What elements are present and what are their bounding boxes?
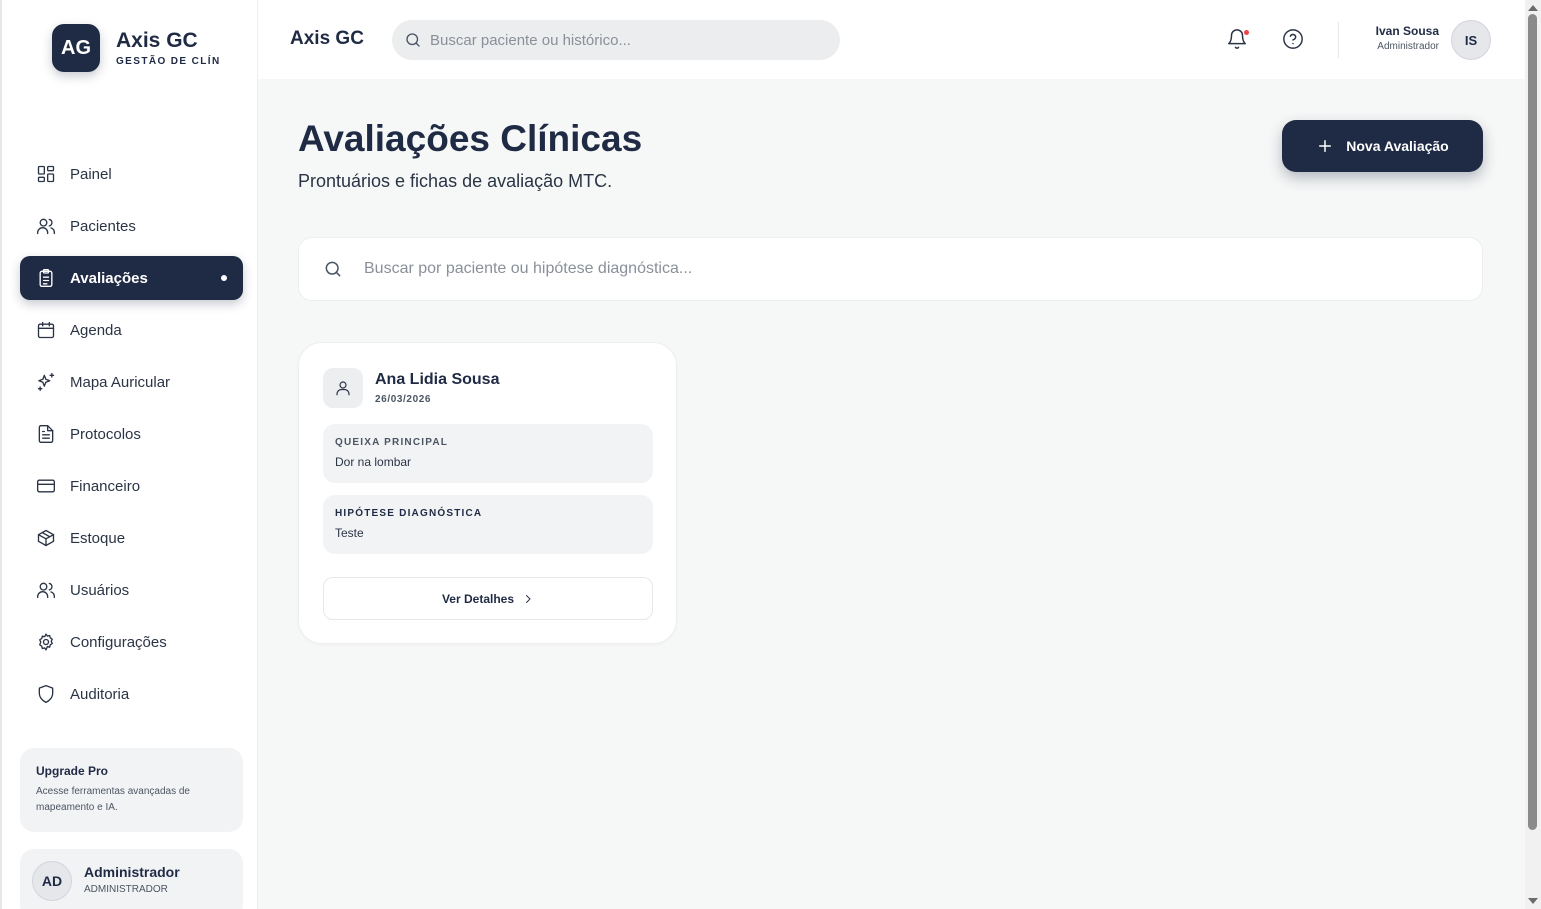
sidebar-item-label: Configurações — [70, 633, 167, 651]
user-name: Administrador — [84, 864, 180, 880]
search-icon — [406, 33, 420, 47]
sidebar-item-configuracoes[interactable]: Configurações — [20, 620, 243, 664]
sidebar-item-agenda[interactable]: Agenda — [20, 308, 243, 352]
sidebar-item-label: Auditoria — [70, 685, 130, 703]
page-title: Avaliações Clínicas — [298, 118, 643, 159]
brand[interactable]: AG Axis GC GESTÃO DE CLÍN — [52, 24, 221, 72]
sidebar-item-mapa-auricular[interactable]: Mapa Auricular — [20, 360, 243, 404]
evaluation-search[interactable] — [298, 237, 1483, 301]
evaluation-date: 26/03/2026 — [375, 394, 432, 405]
sidebar-item-label: Financeiro — [70, 477, 141, 495]
sidebar-item-label: Usuários — [70, 581, 130, 599]
scrollbar[interactable] — [1525, 0, 1541, 909]
evaluation-card: Ana Lidia Sousa 26/03/2026 QUEIXA PRINCI… — [298, 342, 677, 644]
header-user-name: Ivan Sousa — [1375, 24, 1439, 38]
header-user-role: Administrador — [1377, 41, 1439, 52]
package-icon — [37, 529, 55, 547]
upgrade-card[interactable]: Upgrade Pro Acesse ferramentas avançadas… — [20, 748, 243, 832]
sidebar-item-label: Protocolos — [70, 425, 141, 443]
hypothesis-box: HIPÓTESE DIAGNÓSTICA Teste — [323, 495, 653, 554]
notifications-button[interactable] — [1226, 28, 1250, 52]
sidebar-item-label: Avaliações — [70, 269, 148, 287]
patient-name: Ana Lidia Sousa — [375, 371, 500, 388]
sidebar-item-label: Mapa Auricular — [70, 373, 171, 391]
sidebar-item-avaliacoes[interactable]: Avaliações — [20, 256, 243, 300]
user-icon — [336, 381, 350, 396]
sidebar-user[interactable]: AD Administrador ADMINISTRADOR — [20, 849, 243, 909]
view-details-button[interactable]: Ver Detalhes — [323, 577, 653, 620]
brand-subtitle: GESTÃO DE CLÍN — [116, 56, 221, 67]
help-button[interactable] — [1282, 28, 1306, 52]
chevron-right-icon — [526, 594, 531, 603]
complaint-box: QUEIXA PRINCIPAL Dor na lombar — [323, 424, 653, 483]
sparkles-icon — [37, 373, 55, 391]
users-icon — [37, 218, 56, 235]
sidebar-item-label: Pacientes — [70, 217, 136, 235]
credit-card-icon — [37, 479, 55, 493]
active-indicator-dot — [221, 275, 227, 281]
top-header: Axis GC Ivan Sousa Administrador IS — [258, 0, 1525, 79]
header-title: Axis GC — [290, 28, 364, 49]
hypothesis-label: HIPÓTESE DIAGNÓSTICA — [335, 508, 483, 519]
view-details-label: Ver Detalhes — [441, 591, 515, 606]
notification-dot — [1244, 30, 1249, 35]
page-subtitle: Prontuários e fichas de avaliação MTC. — [298, 171, 613, 191]
file-text-icon — [38, 425, 54, 443]
complaint-label: QUEIXA PRINCIPAL — [335, 437, 449, 448]
header-divider — [1338, 22, 1339, 58]
sidebar-item-protocolos[interactable]: Protocolos — [20, 412, 243, 456]
search-icon — [325, 261, 341, 277]
hypothesis-value: Teste — [335, 526, 364, 540]
users-icon — [37, 582, 56, 599]
scroll-down-arrow[interactable] — [1528, 898, 1538, 904]
calendar-icon — [37, 321, 55, 339]
user-role: ADMINISTRADOR — [84, 884, 168, 895]
sidebar-item-usuarios[interactable]: Usuários — [20, 568, 243, 612]
brand-logo: AG — [52, 24, 100, 72]
header-search-input[interactable] — [430, 31, 810, 49]
avatar: AD — [32, 861, 72, 901]
shield-icon — [38, 685, 54, 703]
evaluation-search-input[interactable] — [364, 260, 1364, 278]
patient-avatar — [323, 368, 363, 408]
sidebar-item-painel[interactable]: Painel — [20, 152, 243, 196]
sidebar-item-estoque[interactable]: Estoque — [20, 516, 243, 560]
new-evaluation-label: Nova Avaliação — [1346, 138, 1449, 154]
sidebar-item-label: Painel — [70, 165, 112, 183]
upgrade-description: Acesse ferramentas avançadas de mapeamen… — [36, 786, 190, 813]
sidebar-item-pacientes[interactable]: Pacientes — [20, 204, 243, 248]
complaint-value: Dor na lombar — [335, 455, 412, 469]
header-search[interactable] — [392, 20, 840, 60]
gear-icon — [39, 633, 53, 651]
sidebar-item-auditoria[interactable]: Auditoria — [20, 672, 243, 716]
sidebar-item-label: Estoque — [70, 529, 126, 547]
sidebar-nav: Painel Pacientes Avaliações Agenda Mapa … — [20, 152, 243, 724]
plus-icon — [1319, 140, 1332, 152]
avatar[interactable]: IS — [1451, 20, 1491, 60]
sidebar: AG Axis GC GESTÃO DE CLÍN Painel Pacient… — [0, 0, 258, 909]
layout-grid-icon — [37, 165, 55, 183]
brand-name: Axis GC — [116, 29, 198, 52]
scroll-thumb[interactable] — [1528, 14, 1537, 830]
sidebar-item-label: Agenda — [70, 321, 122, 339]
scroll-up-arrow[interactable] — [1528, 5, 1538, 11]
header-user[interactable]: Ivan Sousa Administrador — [1376, 24, 1439, 52]
upgrade-title: Upgrade Pro — [36, 764, 109, 778]
help-circle-icon — [1283, 29, 1303, 49]
new-evaluation-button[interactable]: Nova Avaliação — [1282, 120, 1483, 172]
clipboard-icon — [39, 269, 53, 287]
sidebar-item-financeiro[interactable]: Financeiro — [20, 464, 243, 508]
